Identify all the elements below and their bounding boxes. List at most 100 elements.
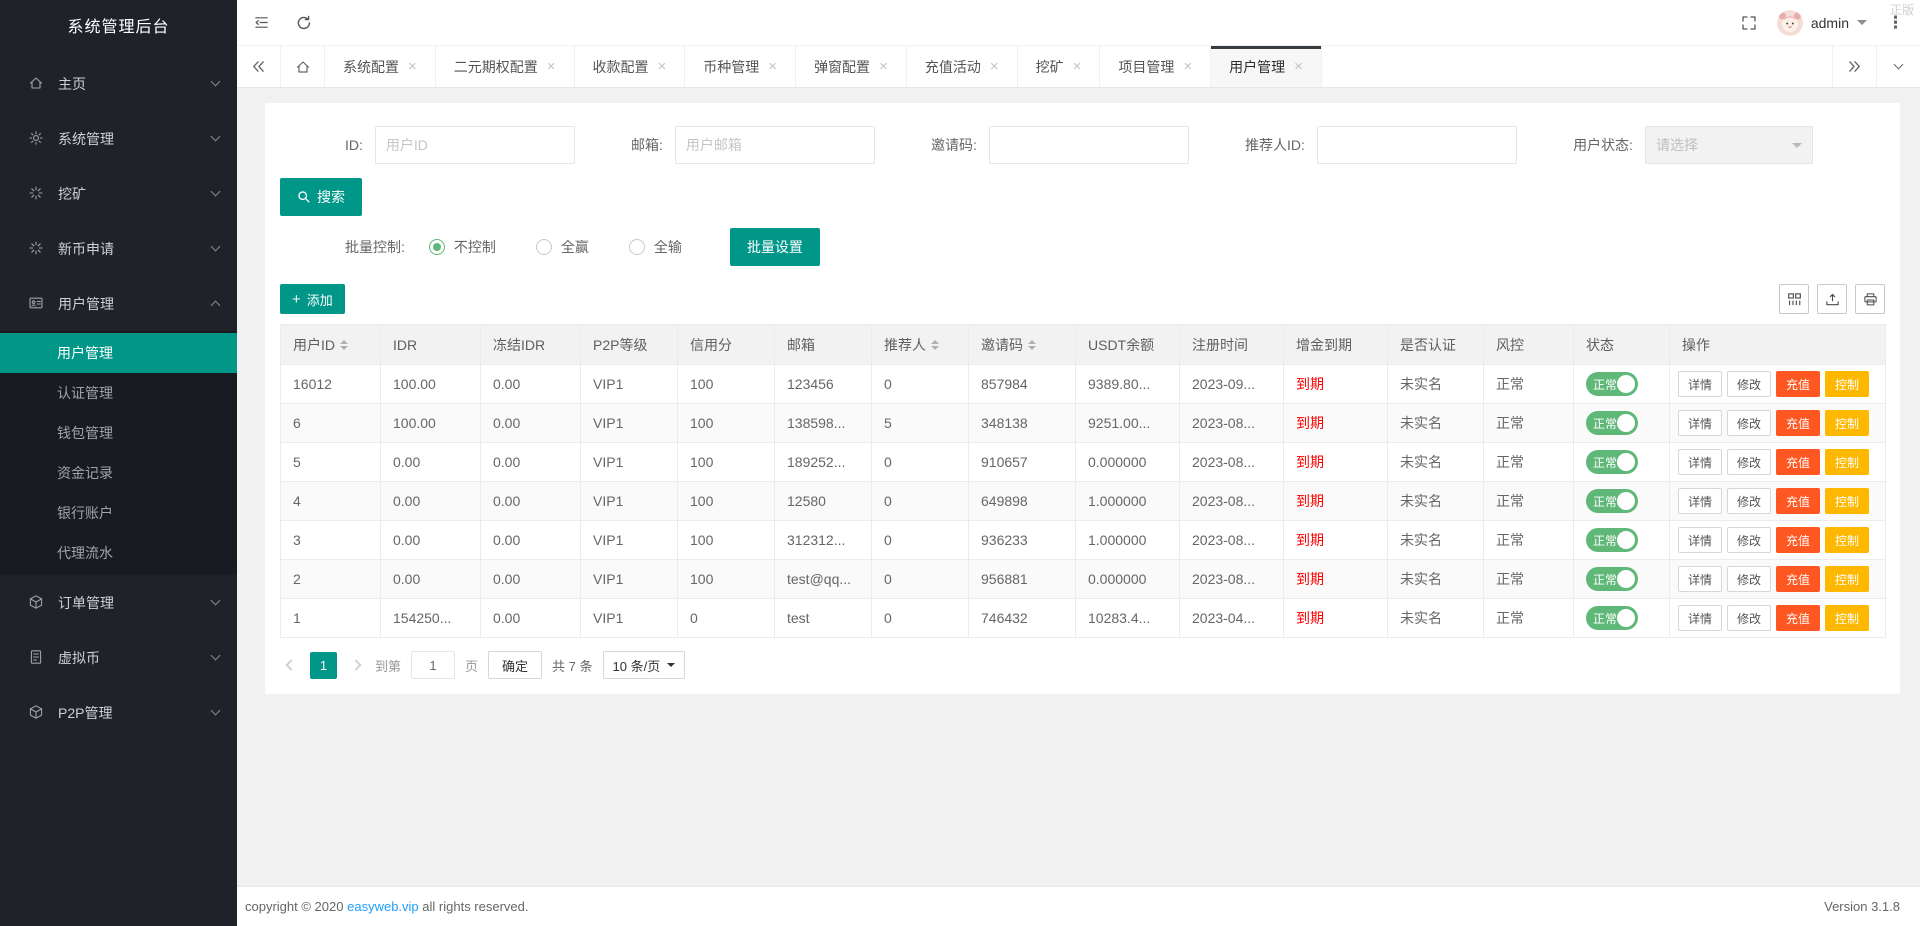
tabs-scroll-left-button[interactable] xyxy=(237,46,281,87)
recharge-button[interactable]: 充值 xyxy=(1776,410,1821,436)
sidebar-item[interactable]: P2P管理 xyxy=(0,685,237,740)
radio-all-lose[interactable]: 全输 xyxy=(628,237,682,257)
close-icon[interactable]: × xyxy=(1183,59,1192,74)
sidebar-item[interactable]: 订单管理 xyxy=(0,575,237,630)
control-button[interactable]: 控制 xyxy=(1825,488,1870,514)
tabs-scroll-right-button[interactable] xyxy=(1832,46,1876,87)
sidebar-item[interactable]: 系统管理 xyxy=(0,111,237,166)
detail-button[interactable]: 详情 xyxy=(1678,371,1723,397)
sidebar-item[interactable]: 新币申请 xyxy=(0,221,237,276)
user-id-input[interactable] xyxy=(374,126,575,164)
control-button[interactable]: 控制 xyxy=(1825,410,1870,436)
sort-icon[interactable] xyxy=(1028,336,1036,354)
control-button[interactable]: 控制 xyxy=(1825,527,1870,553)
sidebar-item[interactable]: 虚拟币 xyxy=(0,630,237,685)
refresh-icon[interactable] xyxy=(296,15,312,31)
recharge-button[interactable]: 充值 xyxy=(1776,449,1821,475)
collapse-sidebar-icon[interactable] xyxy=(253,15,270,30)
referrer-id-input[interactable] xyxy=(1316,126,1517,164)
invite-code-input[interactable] xyxy=(988,126,1189,164)
status-toggle[interactable]: 正常 xyxy=(1586,489,1638,513)
columns-icon[interactable] xyxy=(1779,284,1809,314)
sidebar-subitem[interactable]: 资金记录 xyxy=(0,453,237,493)
detail-button[interactable]: 详情 xyxy=(1678,488,1723,514)
batch-set-button[interactable]: 批量设置 xyxy=(729,228,820,266)
sidebar-subitem[interactable]: 认证管理 xyxy=(0,373,237,413)
edit-button[interactable]: 修改 xyxy=(1727,566,1772,592)
close-icon[interactable]: × xyxy=(658,59,667,74)
sidebar-subitem[interactable]: 银行账户 xyxy=(0,493,237,533)
close-icon[interactable]: × xyxy=(990,59,999,74)
status-toggle[interactable]: 正常 xyxy=(1586,450,1638,474)
prev-page-button[interactable] xyxy=(282,651,300,679)
tab-item[interactable]: 弹窗配置 × xyxy=(796,46,907,87)
close-icon[interactable]: × xyxy=(1073,59,1082,74)
control-button[interactable]: 控制 xyxy=(1825,449,1870,475)
sidebar-subitem[interactable]: 钱包管理 xyxy=(0,413,237,453)
status-toggle[interactable]: 正常 xyxy=(1586,372,1638,396)
confirm-page-button[interactable]: 确定 xyxy=(488,651,543,679)
close-icon[interactable]: × xyxy=(768,59,777,74)
edit-button[interactable]: 修改 xyxy=(1727,449,1772,475)
close-icon[interactable]: × xyxy=(547,59,556,74)
recharge-button[interactable]: 充值 xyxy=(1776,488,1821,514)
detail-button[interactable]: 详情 xyxy=(1678,527,1723,553)
tab-home[interactable] xyxy=(281,46,325,87)
search-button[interactable]: 搜索 xyxy=(280,178,362,216)
current-page[interactable]: 1 xyxy=(310,651,337,679)
close-icon[interactable]: × xyxy=(1294,59,1303,74)
recharge-button[interactable]: 充值 xyxy=(1776,371,1821,397)
edit-button[interactable]: 修改 xyxy=(1727,527,1772,553)
status-toggle[interactable]: 正常 xyxy=(1586,567,1638,591)
edit-button[interactable]: 修改 xyxy=(1727,410,1772,436)
easyweb-link[interactable]: easyweb.vip xyxy=(347,899,419,914)
close-icon[interactable]: × xyxy=(408,59,417,74)
recharge-button[interactable]: 充值 xyxy=(1776,566,1821,592)
status-toggle[interactable]: 正常 xyxy=(1586,606,1638,630)
sidebar-item[interactable]: 用户管理 xyxy=(0,276,237,331)
tab-item[interactable]: 充值活动 × xyxy=(907,46,1018,87)
tab-item[interactable]: 币种管理 × xyxy=(685,46,797,87)
tab-item[interactable]: 收款配置 × xyxy=(575,46,686,87)
radio-all-win[interactable]: 全赢 xyxy=(535,237,589,257)
tab-item[interactable]: 挖矿 × xyxy=(1018,46,1101,87)
sidebar-subitem[interactable]: 代理流水 xyxy=(0,533,237,573)
tab-item[interactable]: 项目管理 × xyxy=(1100,46,1212,87)
edit-button[interactable]: 修改 xyxy=(1727,371,1772,397)
recharge-button[interactable]: 充值 xyxy=(1776,605,1821,631)
export-icon[interactable] xyxy=(1817,284,1847,314)
tab-item[interactable]: 系统配置 × xyxy=(325,46,436,87)
status-toggle[interactable]: 正常 xyxy=(1586,411,1638,435)
more-menu-icon[interactable]: ⋮ xyxy=(1887,13,1904,33)
add-button[interactable]: + 添加 xyxy=(280,284,345,314)
sort-icon[interactable] xyxy=(340,336,348,354)
page-size-select[interactable]: 10 条/页 xyxy=(602,651,686,679)
sidebar-item[interactable]: 挖矿 xyxy=(0,166,237,221)
edit-button[interactable]: 修改 xyxy=(1727,605,1772,631)
tabs-menu-button[interactable] xyxy=(1876,46,1920,87)
print-icon[interactable] xyxy=(1855,284,1885,314)
control-button[interactable]: 控制 xyxy=(1825,605,1870,631)
edit-button[interactable]: 修改 xyxy=(1727,488,1772,514)
detail-button[interactable]: 详情 xyxy=(1678,605,1723,631)
page-number-input[interactable] xyxy=(411,651,456,679)
recharge-button[interactable]: 充值 xyxy=(1776,527,1821,553)
tab-item[interactable]: 用户管理 × xyxy=(1211,46,1322,87)
detail-button[interactable]: 详情 xyxy=(1678,566,1723,592)
close-icon[interactable]: × xyxy=(879,59,888,74)
detail-button[interactable]: 详情 xyxy=(1678,410,1723,436)
tab-item[interactable]: 二元期权配置 × xyxy=(436,46,575,87)
fullscreen-icon[interactable] xyxy=(1741,15,1757,31)
email-input[interactable] xyxy=(674,126,875,164)
detail-button[interactable]: 详情 xyxy=(1678,449,1723,475)
sidebar-subitem[interactable]: 用户管理 xyxy=(0,333,237,373)
user-status-select[interactable]: 请选择 xyxy=(1644,126,1813,164)
next-page-button[interactable] xyxy=(347,651,365,679)
sidebar-item[interactable]: 主页 xyxy=(0,56,237,111)
control-button[interactable]: 控制 xyxy=(1825,566,1870,592)
user-menu[interactable]: admin xyxy=(1776,9,1867,36)
control-button[interactable]: 控制 xyxy=(1825,371,1870,397)
radio-no-control[interactable]: 不控制 xyxy=(428,237,496,257)
status-toggle[interactable]: 正常 xyxy=(1586,528,1638,552)
sort-icon[interactable] xyxy=(931,336,939,354)
